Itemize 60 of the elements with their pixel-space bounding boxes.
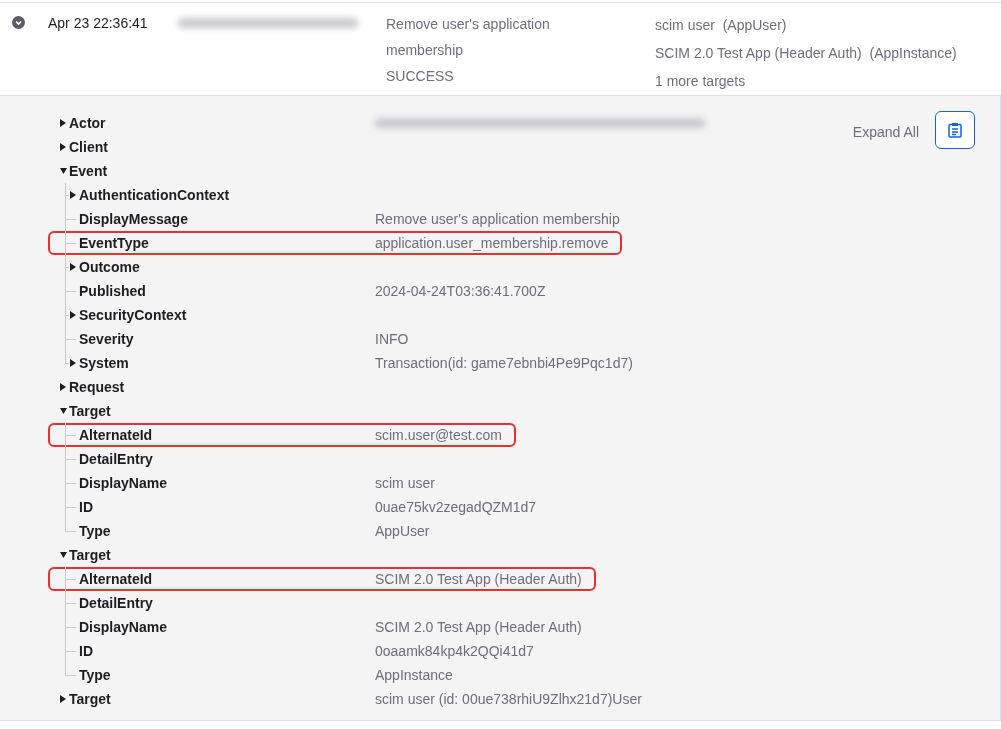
field-name: Severity (79, 329, 135, 349)
caret-right-icon[interactable] (70, 311, 77, 319)
event-time: Apr 23 22:36:41 (48, 15, 148, 31)
field-value: SCIM 2.0 Test App (Header Auth) (375, 617, 582, 637)
field-name[interactable]: Target (69, 544, 375, 566)
field-value: scim user (id: 00ue738rhiU9Zlhx21d7)User (375, 689, 642, 709)
field-value: SCIM 2.0 Test App (Header Auth) (375, 569, 582, 589)
caret-right-icon[interactable] (70, 263, 77, 271)
target-text: 1 more targets (655, 72, 746, 91)
field-name[interactable]: Target (69, 688, 375, 710)
field-name[interactable]: Outcome (79, 256, 375, 278)
field-name: DisplayName (79, 617, 168, 637)
caret-right-icon[interactable] (60, 143, 67, 151)
chevron-down-icon[interactable] (12, 16, 25, 29)
caret-down-icon[interactable] (60, 167, 67, 175)
field-name: EventType (79, 233, 150, 253)
target-text: scim user (AppUser) (655, 16, 787, 35)
event-message: Remove user's application membership (386, 15, 551, 60)
field-name: Published (79, 281, 147, 301)
field-name: DetailEntry (79, 593, 154, 613)
field-name: DisplayMessage (79, 209, 189, 229)
caret-right-icon[interactable] (60, 383, 67, 391)
field-name[interactable]: SecurityContext (79, 304, 375, 326)
field-value: Transaction(id: game7ebnbi4Pe9Pqc1d7) (375, 353, 633, 373)
caret-down-icon[interactable] (60, 407, 67, 415)
copy-button[interactable] (935, 111, 975, 149)
field-name[interactable]: AuthenticationContext (79, 184, 375, 206)
field-name: DetailEntry (79, 449, 154, 469)
field-value: AppUser (375, 521, 430, 541)
field-name[interactable]: Client (69, 136, 375, 158)
clipboard-icon (948, 122, 962, 138)
field-name[interactable]: System (79, 352, 375, 374)
field-name: AlternateId (79, 425, 154, 445)
field-value: Remove user's application membership (375, 209, 620, 229)
caret-right-icon[interactable] (70, 359, 77, 367)
field-value: INFO (375, 329, 409, 349)
field-name: Type (79, 665, 112, 685)
expand-all-button[interactable]: Expand All (852, 122, 919, 143)
target-text: SCIM 2.0 Test App (Header Auth) (AppInstance) (655, 44, 957, 63)
field-name[interactable]: Event (69, 160, 375, 182)
event-outcome: SUCCESS (386, 67, 454, 86)
field-value: scim.user@test.com (375, 425, 502, 445)
field-value: 0oaamk84kp4k2QQi41d7 (375, 641, 534, 661)
field-value: 0uae75kv2zegadQZM1d7 (375, 497, 537, 517)
caret-down-icon[interactable] (60, 551, 67, 559)
caret-right-icon[interactable] (60, 119, 67, 127)
field-value: AppInstance (375, 665, 453, 685)
caret-right-icon[interactable] (60, 695, 67, 703)
field-name[interactable]: Target (69, 400, 375, 422)
field-name: ID (79, 641, 94, 661)
field-value: scim user (375, 473, 435, 493)
field-name[interactable]: Request (69, 376, 375, 398)
field-value: application.user_membership.remove (375, 233, 609, 253)
field-name: DisplayName (79, 473, 168, 493)
field-value: 2024-04-24T03:36:41.700Z (375, 281, 546, 301)
field-name: AlternateId (79, 569, 154, 589)
field-name: ID (79, 497, 94, 517)
caret-right-icon[interactable] (70, 191, 77, 199)
field-name: Type (79, 521, 112, 541)
field-name[interactable]: Actor (69, 112, 375, 134)
